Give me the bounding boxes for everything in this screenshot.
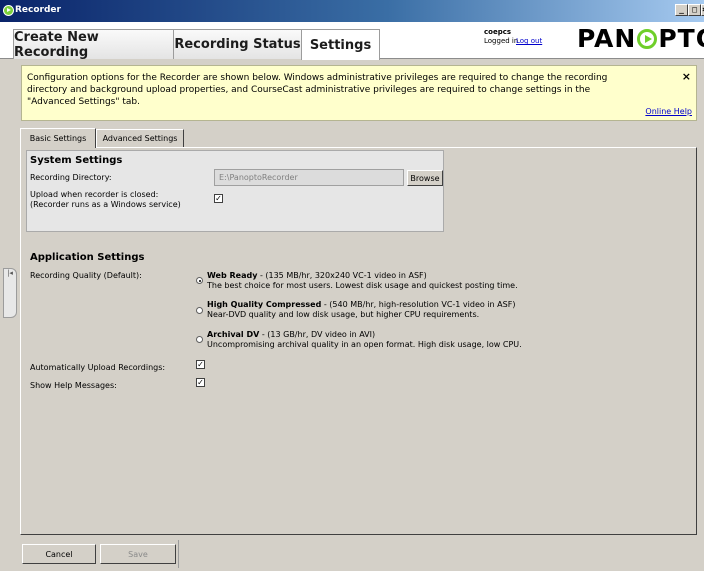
web-ready-radio[interactable] bbox=[196, 277, 203, 284]
tab-advanced-settings[interactable]: Advanced Settings bbox=[96, 129, 184, 147]
browse-button[interactable]: Browse bbox=[407, 170, 443, 186]
collapse-handle-icon[interactable]: |◂ bbox=[3, 268, 17, 318]
save-button[interactable]: Save bbox=[100, 544, 176, 564]
minimize-button[interactable]: _ bbox=[675, 4, 688, 16]
user-name: coepcs bbox=[484, 28, 512, 36]
title-bar bbox=[0, 0, 704, 22]
archival-dv-radio[interactable] bbox=[196, 336, 203, 343]
upload-when-closed-label: Upload when recorder is closed: bbox=[30, 190, 159, 199]
tab-settings[interactable]: Settings bbox=[301, 29, 380, 60]
auto-upload-label: Automatically Upload Recordings: bbox=[30, 363, 166, 372]
show-help-messages-checkbox[interactable]: ✓ bbox=[196, 378, 205, 387]
upload-when-closed-checkbox[interactable]: ✓ bbox=[214, 194, 223, 203]
high-quality-radio[interactable] bbox=[196, 307, 203, 314]
high-quality-title: High Quality Compressed - (540 MB/hr, hi… bbox=[207, 300, 516, 309]
upload-when-closed-note: (Recorder runs as a Windows service) bbox=[30, 200, 181, 209]
app-icon bbox=[3, 5, 14, 16]
maximize-button[interactable]: □ bbox=[688, 4, 701, 16]
panopto-logo: PAN PTO bbox=[577, 24, 704, 53]
web-ready-title: Web Ready - (135 MB/hr, 320x240 VC-1 vid… bbox=[207, 271, 427, 280]
high-quality-description: Near-DVD quality and low disk usage, but… bbox=[207, 310, 480, 319]
system-settings-title: System Settings bbox=[30, 155, 123, 166]
archival-dv-title: Archival DV - (13 GB/hr, DV video in AVI… bbox=[207, 330, 376, 339]
tab-basic-settings[interactable]: Basic Settings bbox=[20, 128, 96, 148]
auto-upload-checkbox[interactable]: ✓ bbox=[196, 360, 205, 369]
web-ready-description: The best choice for most users. Lowest d… bbox=[207, 281, 518, 290]
online-help-link[interactable]: Online Help bbox=[645, 107, 692, 116]
archival-dv-description: Uncompromising archival quality in an op… bbox=[207, 340, 522, 349]
logged-in-label: Logged in bbox=[484, 37, 519, 45]
recording-quality-label: Recording Quality (Default): bbox=[30, 271, 142, 280]
tab-recording-status[interactable]: Recording Status bbox=[173, 29, 302, 59]
application-settings-title: Application Settings bbox=[30, 252, 145, 263]
divider bbox=[178, 540, 179, 568]
logo-text-left: PAN bbox=[577, 24, 637, 53]
close-help-icon[interactable]: × bbox=[682, 70, 691, 83]
help-message-panel: Configuration options for the Recorder a… bbox=[21, 65, 697, 121]
logo-play-icon bbox=[637, 29, 658, 49]
window-title: Recorder bbox=[15, 5, 61, 15]
logout-link[interactable]: Log out bbox=[516, 37, 542, 45]
cancel-button[interactable]: Cancel bbox=[22, 544, 96, 564]
recording-directory-label: Recording Directory: bbox=[30, 173, 112, 182]
recording-directory-input[interactable] bbox=[214, 169, 404, 186]
tab-create-new-recording[interactable]: Create New Recording bbox=[13, 29, 174, 60]
logo-text-right: PTO bbox=[658, 24, 704, 53]
help-message-text: Configuration options for the Recorder a… bbox=[27, 73, 608, 107]
show-help-messages-label: Show Help Messages: bbox=[30, 381, 117, 390]
